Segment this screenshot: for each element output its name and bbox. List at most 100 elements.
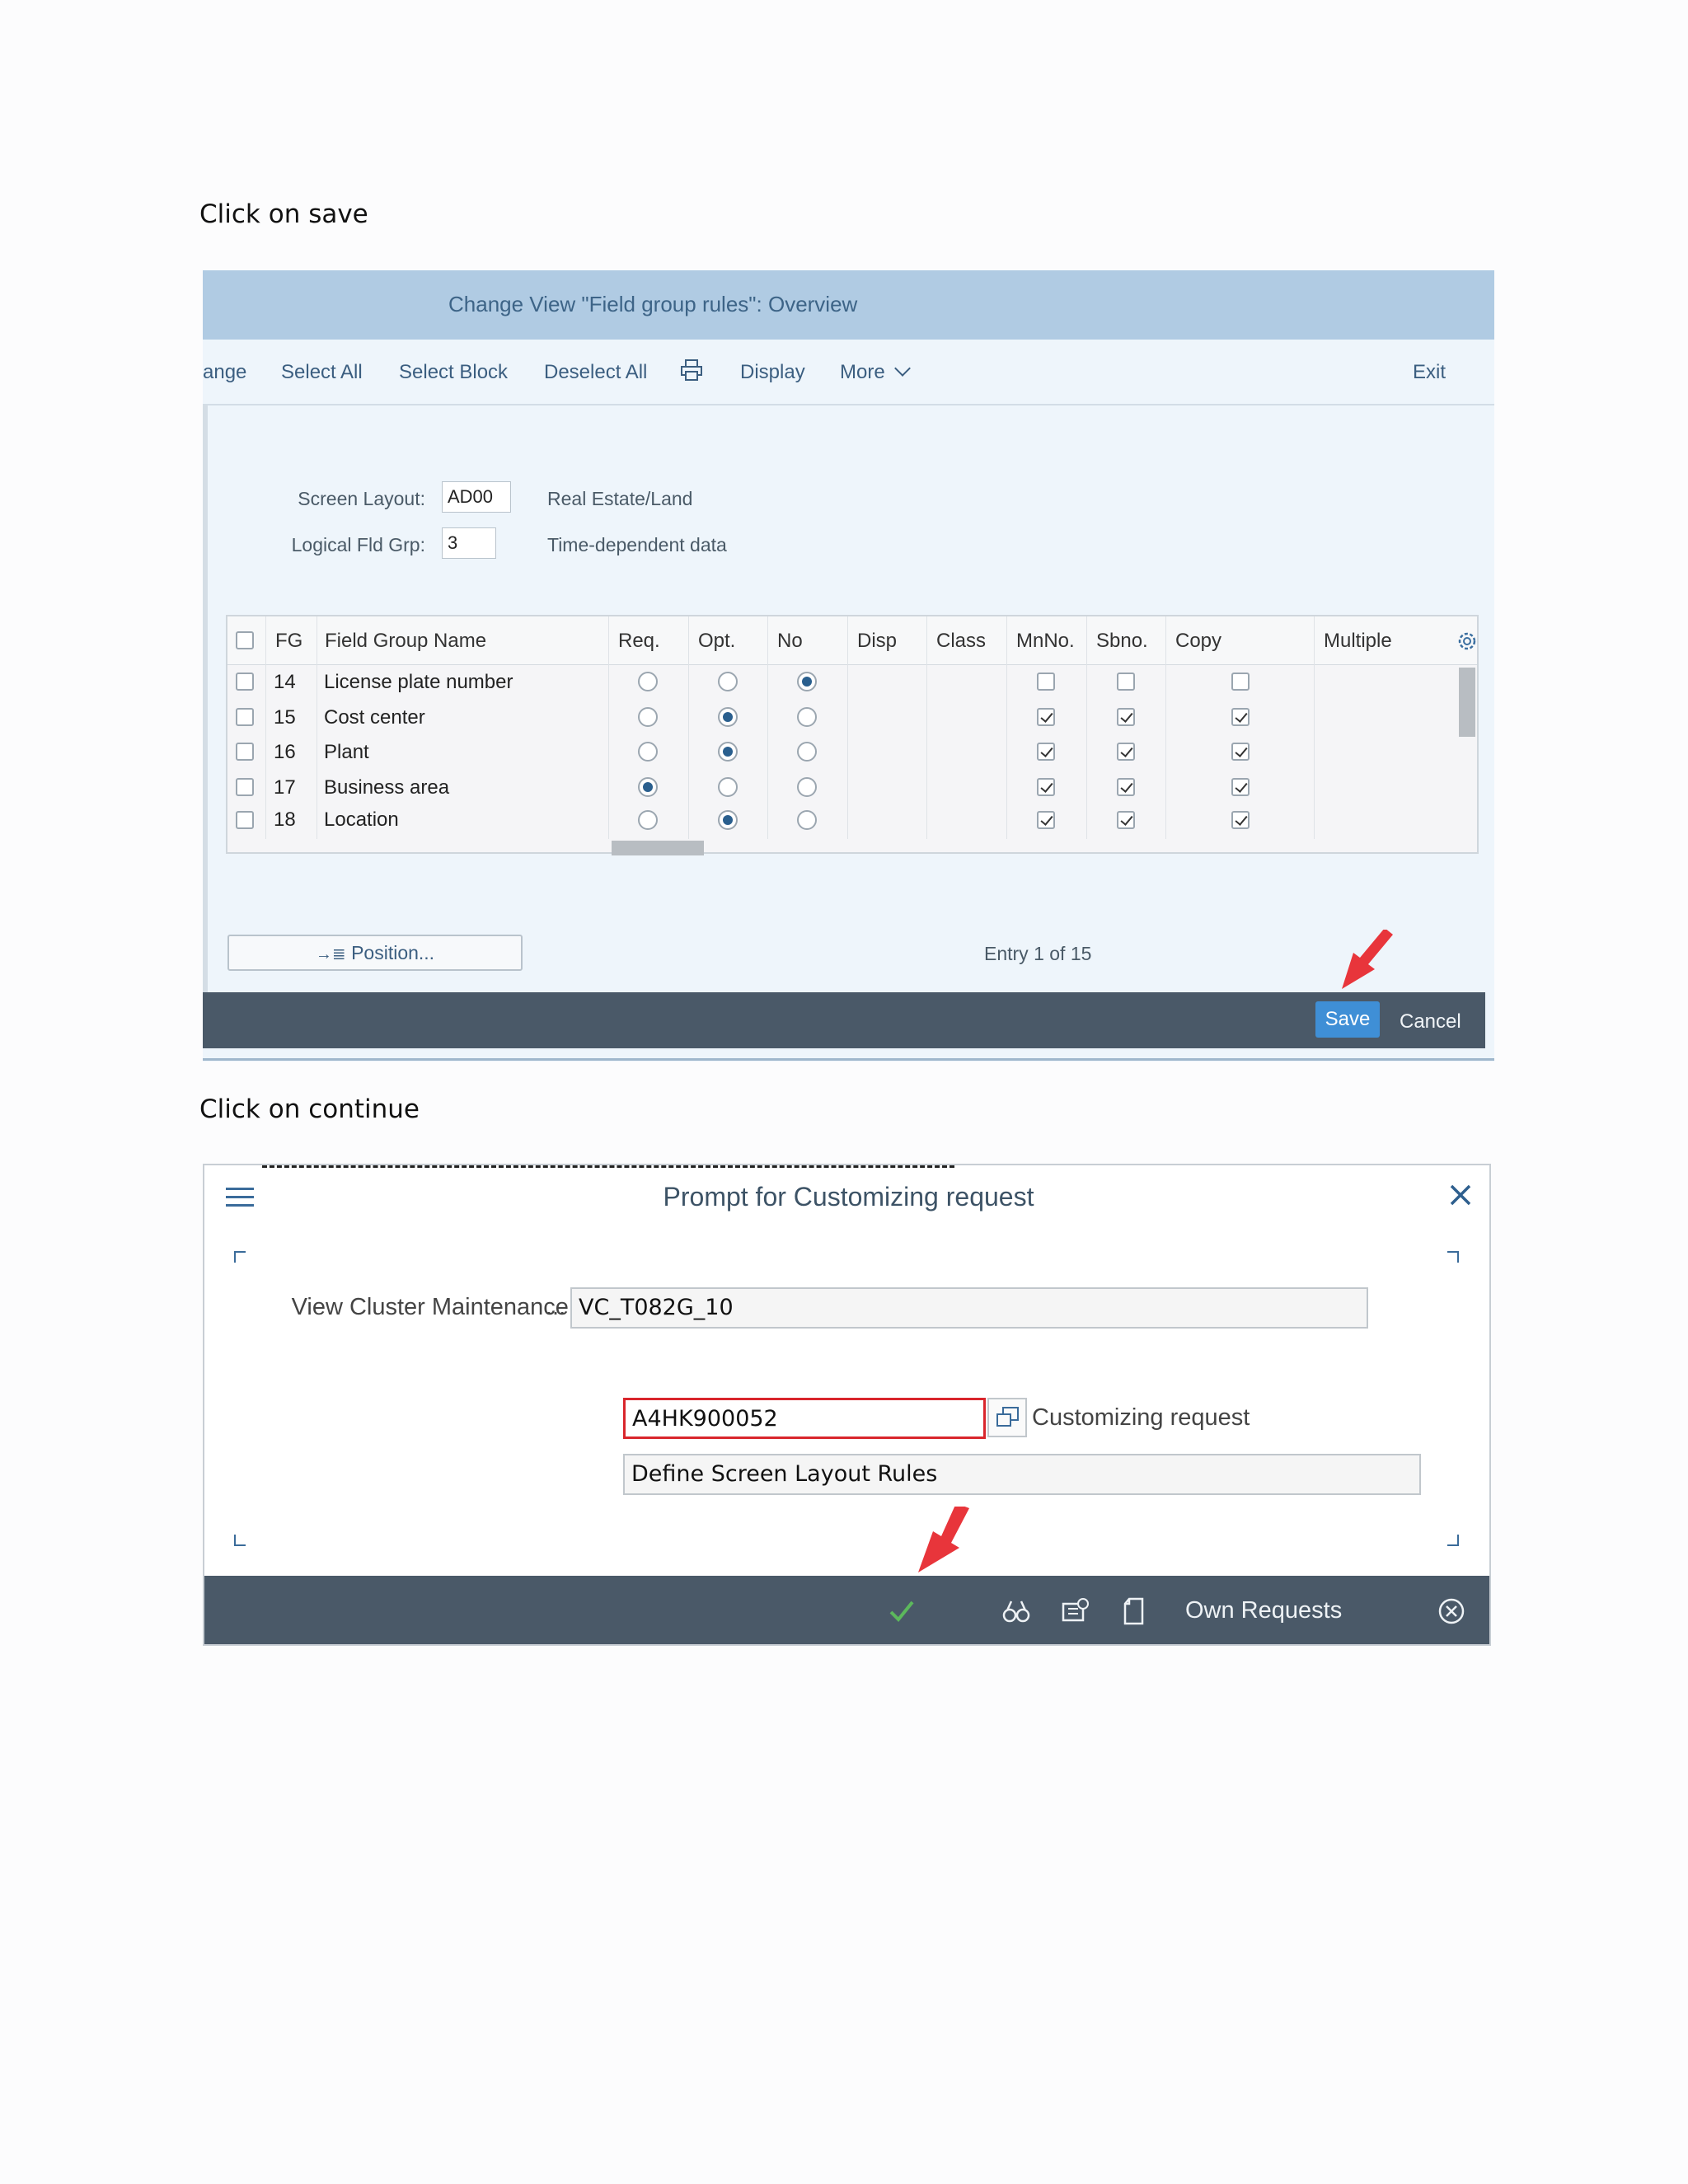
- req-radio[interactable]: [638, 672, 658, 691]
- row-select-checkbox[interactable]: [236, 743, 254, 761]
- header-no: No: [777, 630, 803, 652]
- table-row[interactable]: 14 License plate number: [227, 664, 1464, 699]
- no-radio[interactable]: [797, 672, 817, 691]
- vertical-scrollbar[interactable]: [1459, 668, 1475, 737]
- copy-checkbox[interactable]: [1231, 778, 1250, 796]
- create-request-icon[interactable]: [1060, 1597, 1090, 1629]
- print-icon[interactable]: [679, 358, 704, 388]
- opt-radio[interactable]: [718, 777, 738, 797]
- change-button[interactable]: ange: [203, 361, 246, 384]
- row-name: License plate number: [324, 671, 513, 693]
- table-row[interactable]: 18 Location: [227, 804, 1464, 839]
- logical-fld-grp-field[interactable]: 3: [442, 527, 496, 559]
- position-button[interactable]: →≣ Position...: [227, 935, 523, 971]
- view-cluster-field[interactable]: VC_T082G_10: [570, 1287, 1368, 1329]
- mnno-checkbox[interactable]: [1037, 778, 1055, 796]
- value-help-icon[interactable]: [987, 1398, 1027, 1437]
- row-select-checkbox[interactable]: [236, 673, 254, 691]
- copy-checkbox[interactable]: [1231, 708, 1250, 726]
- row-name: Plant: [324, 741, 369, 763]
- view-cluster-ellipsis: ...: [546, 1294, 566, 1320]
- header-disp: Disp: [857, 630, 898, 652]
- more-label: More: [840, 361, 885, 383]
- row-select-checkbox[interactable]: [236, 778, 254, 796]
- request-field[interactable]: A4HK900052: [623, 1398, 986, 1439]
- display-object-list-icon[interactable]: [1002, 1599, 1030, 1628]
- deselect-all-button[interactable]: Deselect All: [544, 361, 647, 384]
- row-name: Cost center: [324, 706, 425, 729]
- instruction-step-2: Click on continue: [199, 1094, 420, 1124]
- row-fg: 17: [274, 776, 296, 799]
- screen-layout-label: Screen Layout:: [298, 488, 425, 509]
- header-class: Class: [936, 630, 987, 652]
- row-select-checkbox[interactable]: [236, 811, 254, 829]
- position-icon: →≣: [315, 945, 346, 963]
- more-menu[interactable]: More: [840, 360, 912, 384]
- table-row[interactable]: 17 Business area: [227, 770, 1464, 804]
- dialog-footer: Own Requests: [204, 1576, 1489, 1644]
- save-button[interactable]: Save: [1315, 1001, 1380, 1038]
- no-radio[interactable]: [797, 777, 817, 797]
- cancel-circle-icon[interactable]: [1437, 1597, 1465, 1629]
- req-radio[interactable]: [638, 707, 658, 727]
- row-fg: 15: [274, 706, 296, 729]
- opt-radio[interactable]: [718, 707, 738, 727]
- logical-fld-grp-description: Time-dependent data: [547, 534, 727, 555]
- opt-radio[interactable]: [718, 672, 738, 691]
- mnno-checkbox[interactable]: [1037, 811, 1055, 829]
- close-icon[interactable]: [1449, 1183, 1472, 1211]
- no-radio[interactable]: [797, 810, 817, 830]
- no-radio[interactable]: [797, 707, 817, 727]
- mnno-checkbox[interactable]: [1037, 743, 1055, 761]
- entry-info: Entry 1 of 15: [984, 943, 1092, 964]
- row-select-checkbox[interactable]: [236, 708, 254, 726]
- sbno-checkbox[interactable]: [1117, 811, 1135, 829]
- own-requests-button[interactable]: Own Requests: [1185, 1597, 1342, 1624]
- sbno-checkbox[interactable]: [1117, 743, 1135, 761]
- toolbar: ange Select All Select Block Deselect Al…: [203, 340, 1494, 405]
- header-multiple: Multiple: [1324, 630, 1392, 652]
- table-row[interactable]: 15 Cost center: [227, 700, 1464, 734]
- table-row[interactable]: 16 Plant: [227, 734, 1464, 769]
- row-fg: 16: [274, 741, 296, 763]
- cancel-button[interactable]: Cancel: [1400, 1010, 1461, 1033]
- instruction-step-1: Click on save: [199, 199, 368, 229]
- dialog-title: Prompt for Customizing request: [663, 1182, 1034, 1212]
- req-radio[interactable]: [638, 810, 658, 830]
- req-radio[interactable]: [638, 777, 658, 797]
- opt-radio[interactable]: [718, 810, 738, 830]
- view-cluster-label: View Cluster Maintenance:: [291, 1294, 575, 1320]
- sbno-checkbox[interactable]: [1117, 778, 1135, 796]
- new-document-icon[interactable]: [1123, 1597, 1146, 1629]
- screen-layout-field[interactable]: AD00: [442, 481, 511, 513]
- header-sbno: Sbno.: [1096, 630, 1148, 652]
- field-group-rules-screen: Change View "Field group rules": Overvie…: [203, 270, 1494, 1062]
- exit-button[interactable]: Exit: [1413, 361, 1446, 384]
- header-mnno: MnNo.: [1016, 630, 1075, 652]
- copy-checkbox[interactable]: [1231, 811, 1250, 829]
- opt-radio[interactable]: [718, 742, 738, 762]
- left-edge-bar: [203, 405, 208, 992]
- req-radio[interactable]: [638, 742, 658, 762]
- sbno-checkbox[interactable]: [1117, 708, 1135, 726]
- header-copy: Copy: [1175, 630, 1222, 652]
- mnno-checkbox[interactable]: [1037, 708, 1055, 726]
- short-description-field[interactable]: Define Screen Layout Rules: [623, 1454, 1421, 1495]
- table-settings-icon[interactable]: [1456, 630, 1479, 657]
- no-radio[interactable]: [797, 742, 817, 762]
- copy-checkbox[interactable]: [1231, 673, 1250, 691]
- header-field-group-name: Field Group Name: [325, 630, 487, 652]
- sbno-checkbox[interactable]: [1117, 673, 1135, 691]
- horizontal-scrollbar[interactable]: [612, 841, 704, 855]
- pointer-arrow-icon: [918, 1507, 969, 1572]
- display-button[interactable]: Display: [740, 361, 805, 384]
- chevron-down-icon: [894, 360, 912, 377]
- select-all-rows-checkbox[interactable]: [236, 631, 254, 649]
- continue-checkmark-icon[interactable]: [889, 1599, 915, 1628]
- header-fg: FG: [275, 630, 303, 652]
- select-all-button[interactable]: Select All: [281, 361, 363, 384]
- cropped-text-fragment: [262, 1165, 954, 1170]
- mnno-checkbox[interactable]: [1037, 673, 1055, 691]
- copy-checkbox[interactable]: [1231, 743, 1250, 761]
- select-block-button[interactable]: Select Block: [399, 361, 508, 384]
